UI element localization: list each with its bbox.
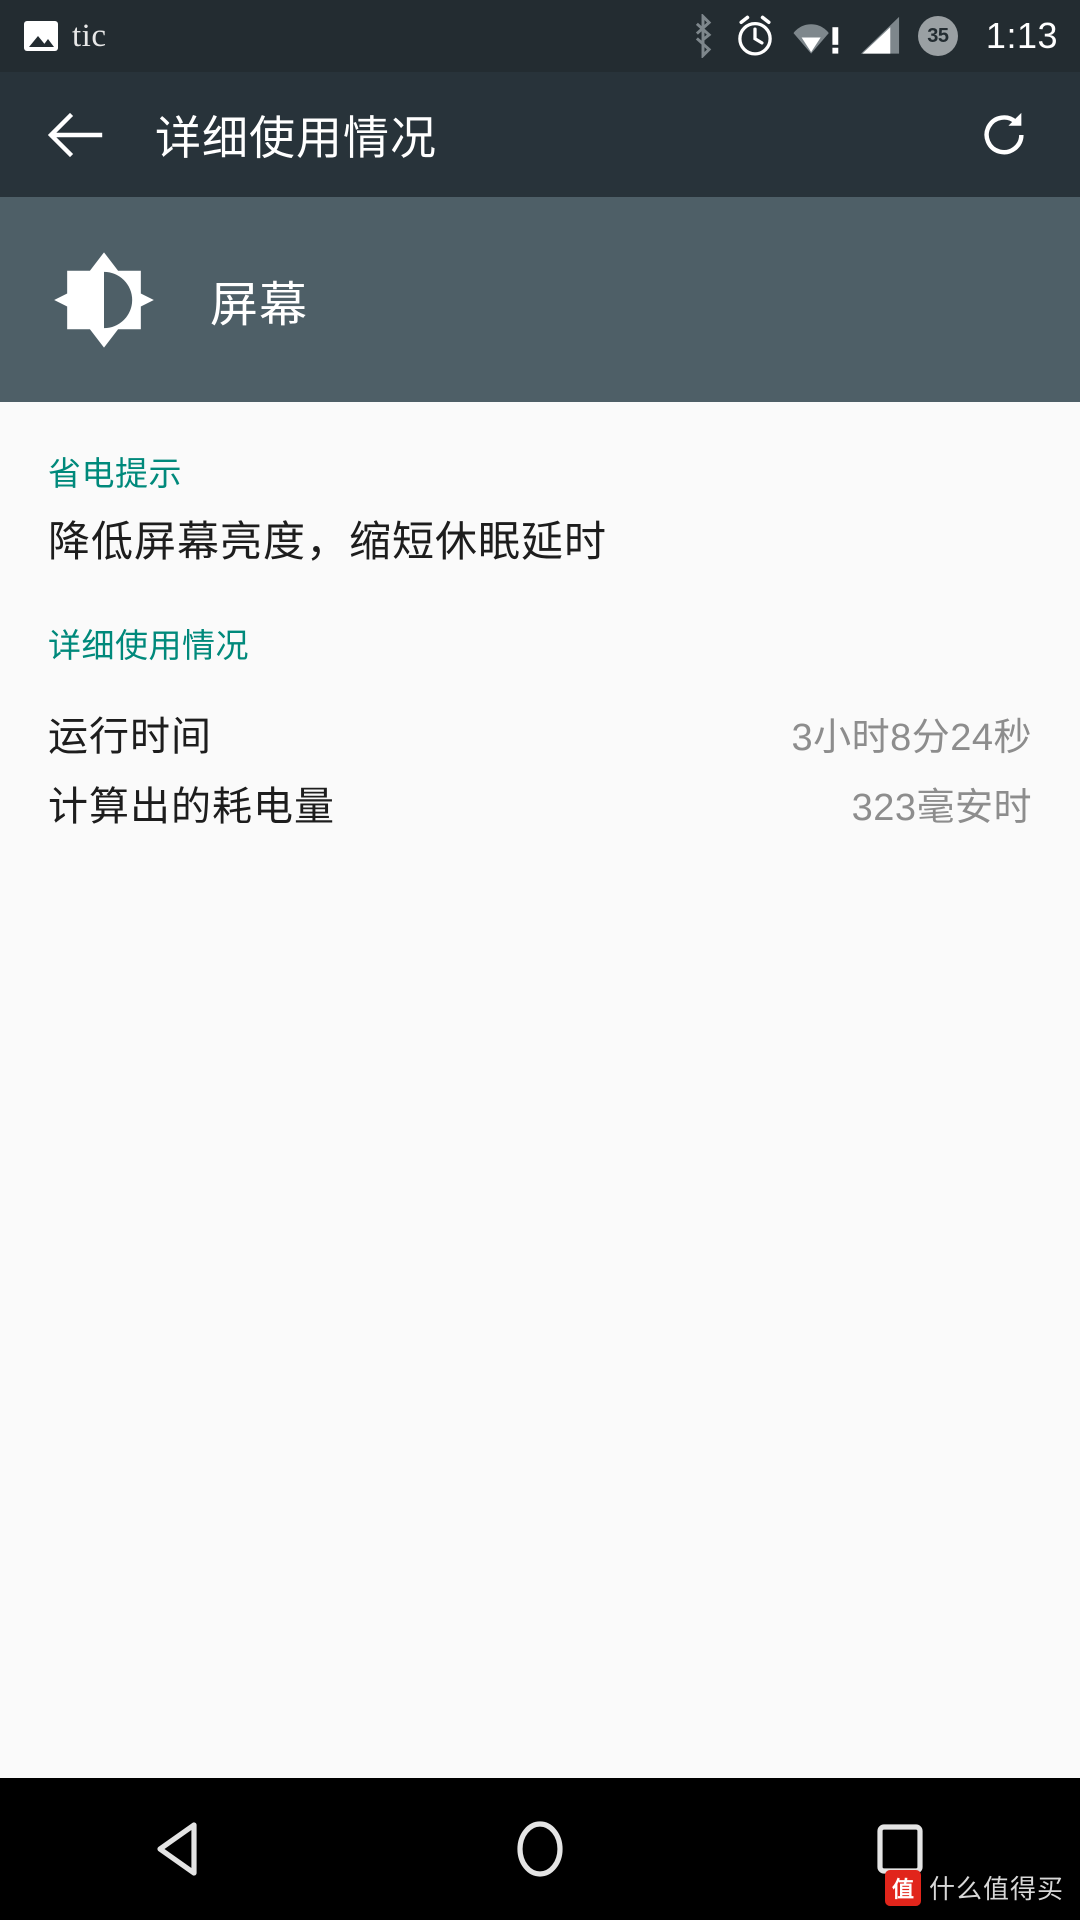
battery-indicator: 35	[917, 16, 958, 56]
nav-back-icon	[157, 1822, 197, 1876]
refresh-icon	[984, 112, 1024, 154]
table-row: 运行时间 3小时8分24秒	[48, 698, 1032, 768]
nav-recents-icon	[877, 1824, 923, 1874]
app-detail-header: 屏幕	[0, 197, 1080, 402]
power-tip-section-label: 省电提示	[48, 455, 182, 492]
row-label: 计算出的耗电量	[48, 784, 335, 829]
status-bar-app-name: tic	[72, 17, 107, 54]
cellular-signal-icon	[860, 16, 899, 54]
brightness-icon	[54, 251, 154, 348]
refresh-button[interactable]	[970, 101, 1038, 169]
back-button[interactable]	[42, 101, 110, 169]
battery-level-text: 35	[927, 24, 949, 47]
photo-icon	[24, 21, 58, 51]
row-value: 3小时8分24秒	[791, 716, 1032, 759]
watermark: 值 什么值得买	[884, 1869, 1064, 1906]
nav-home-icon	[517, 1821, 563, 1877]
bluetooth-icon	[695, 14, 712, 58]
detail-usage-section-label: 详细使用情况	[48, 627, 249, 665]
power-tip-text: 降低屏幕亮度，缩短休眠延时	[48, 517, 608, 565]
nav-home-button[interactable]	[475, 1794, 605, 1904]
app-bar: 详细使用情况	[0, 72, 1080, 197]
status-bar-clock: 1:13	[985, 15, 1058, 56]
detail-usage-list: 运行时间 3小时8分24秒 计算出的耗电量 323毫安时	[48, 698, 1032, 838]
content-area: 省电提示 降低屏幕亮度，缩短休眠延时 详细使用情况 运行时间 3小时8分24秒 …	[0, 402, 1080, 838]
table-row: 计算出的耗电量 323毫安时	[48, 768, 1032, 838]
alarm-clock-icon	[738, 15, 772, 56]
row-value: 323毫安时	[851, 786, 1032, 829]
watermark-text: 什么值得买	[928, 1874, 1064, 1904]
page-title: 详细使用情况	[155, 111, 437, 164]
watermark-badge: 值	[884, 1869, 921, 1906]
status-bar: tic 35 1:13	[0, 0, 1080, 72]
status-bar-right: 35 1:13	[688, 14, 1058, 58]
row-label: 运行时间	[48, 714, 212, 759]
wifi-no-internet-icon	[793, 24, 839, 54]
nav-back-button[interactable]	[115, 1794, 245, 1904]
back-arrow-icon	[48, 112, 103, 157]
app-detail-title: 屏幕	[210, 278, 309, 332]
android-screen: tic 35 1:13 详细使用情况 屏幕 省电提示 降低屏幕亮度，缩短休眠延时…	[0, 0, 1080, 1920]
status-bar-left: tic	[24, 18, 106, 55]
